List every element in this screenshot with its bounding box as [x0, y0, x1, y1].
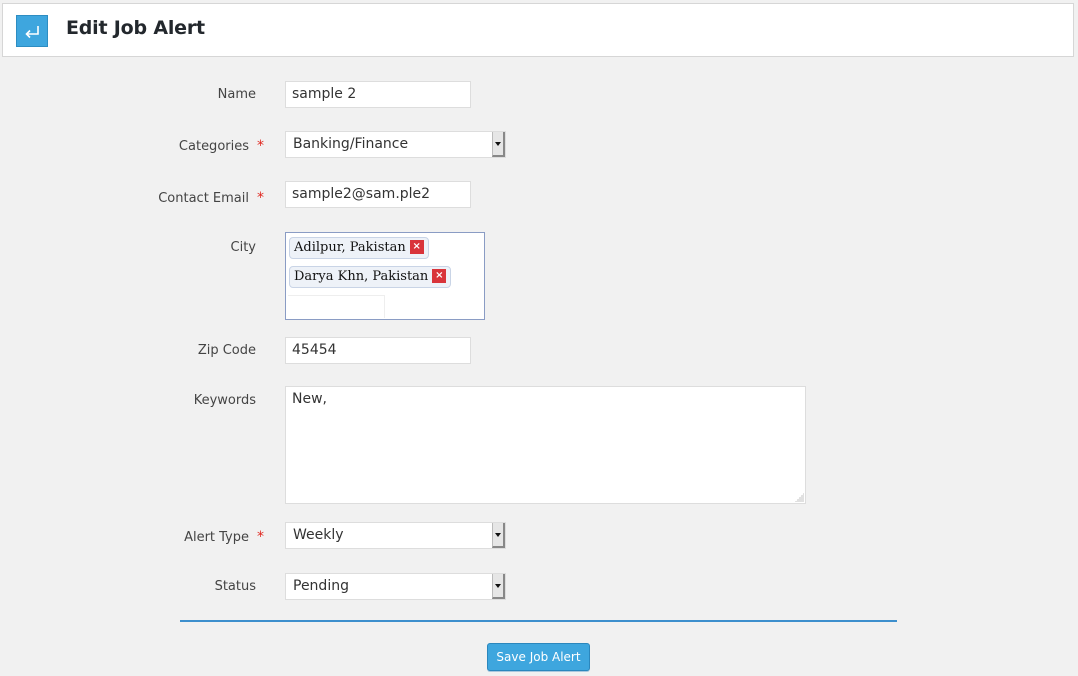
alert-type-select[interactable]: Weekly — [285, 522, 506, 549]
name-label: Name — [217, 87, 256, 102]
contact-email-input[interactable]: sample2@sam.ple2 — [285, 181, 471, 208]
zip-code-label: Zip Code — [197, 343, 256, 358]
arrow-return-left-icon — [25, 26, 39, 39]
contact-email-label: Contact Email * — [158, 190, 264, 206]
status-value: Pending — [293, 578, 349, 594]
city-tag: Adilpur, Pakistan × — [289, 237, 429, 259]
keywords-textarea[interactable]: New, — [285, 386, 806, 504]
chevron-down-icon[interactable] — [492, 523, 505, 548]
keywords-value: New, — [292, 391, 327, 407]
contact-email-label-text: Contact Email — [158, 191, 249, 206]
categories-value: Banking/Finance — [293, 136, 409, 152]
save-job-alert-button[interactable]: Save Job Alert — [487, 643, 590, 671]
city-token-input[interactable]: Adilpur, Pakistan × Darya Khn, Pakistan × — [285, 232, 485, 320]
alert-type-label-text: Alert Type — [184, 530, 249, 545]
keywords-label: Keywords — [193, 393, 256, 408]
city-search-input[interactable] — [288, 295, 385, 318]
city-label: City — [230, 240, 256, 255]
form-divider — [180, 620, 897, 622]
status-label: Status — [214, 579, 256, 594]
categories-select[interactable]: Banking/Finance — [285, 131, 506, 158]
city-tag-label: Darya Khn, Pakistan — [294, 269, 429, 284]
required-marker: * — [257, 190, 264, 206]
page-header: Edit Job Alert — [2, 3, 1074, 57]
remove-tag-icon[interactable]: × — [409, 239, 424, 254]
city-tag-label: Adilpur, Pakistan — [294, 240, 406, 255]
categories-label-text: Categories — [178, 139, 249, 154]
back-button[interactable] — [16, 15, 48, 47]
required-marker: * — [257, 138, 264, 154]
chevron-down-icon[interactable] — [492, 132, 505, 157]
chevron-down-icon[interactable] — [492, 574, 505, 599]
status-select[interactable]: Pending — [285, 573, 506, 600]
categories-label: Categories * — [179, 138, 264, 154]
remove-tag-icon[interactable]: × — [432, 268, 447, 283]
page-title: Edit Job Alert — [66, 17, 205, 39]
city-tag: Darya Khn, Pakistan × — [289, 266, 452, 288]
alert-type-value: Weekly — [293, 527, 344, 543]
alert-type-label: Alert Type * — [184, 529, 264, 545]
resize-grip-icon[interactable] — [795, 493, 804, 502]
name-input[interactable]: sample 2 — [285, 81, 471, 108]
required-marker: * — [257, 529, 264, 545]
zip-code-input[interactable]: 45454 — [285, 337, 471, 364]
